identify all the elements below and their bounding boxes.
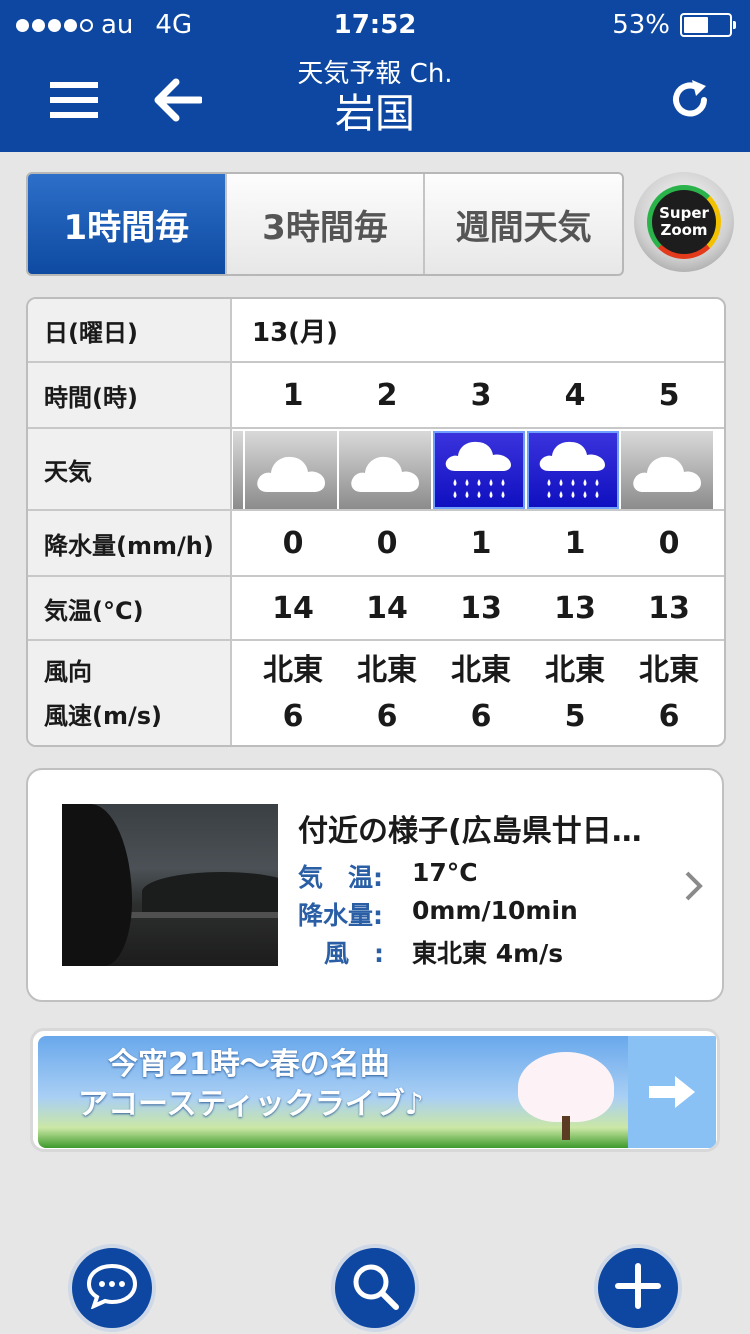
tab-hourly[interactable]: 1時間毎 [28,174,227,274]
row-label-day: 日(曜日) [28,299,232,361]
row-label-precip: 降水量(mm/h) [28,511,232,575]
status-right: 53% [612,10,736,40]
cloud-icon [339,431,431,509]
battery-percent: 53% [612,10,670,40]
wind-speed: 6 [470,699,492,734]
chat-button[interactable] [68,1244,156,1332]
temp-cell: 13 [554,590,596,626]
search-icon [350,1261,400,1315]
add-button[interactable] [594,1244,682,1332]
nearby-wind-value: 東北東 4m/s [412,939,564,968]
chat-icon [86,1263,138,1313]
table-row-precip: 降水量(mm/h) 0 0 1 1 0 [28,511,724,577]
location-title: 岩国 [335,91,415,137]
wind-speed: 6 [376,699,398,734]
tab-3hourly[interactable]: 3時間毎 [227,174,426,274]
wind-speed: 6 [658,699,680,734]
banner-text: 今宵21時〜春の名曲 アコースティックライブ♪ [78,1045,424,1125]
forecast-tabs: 1時間毎 3時間毎 週間天気 [26,172,624,276]
search-button[interactable] [331,1244,419,1332]
table-row-weather: 天気 [28,429,724,511]
superzoom-button[interactable]: Super Zoom [634,172,734,272]
nearby-temp-value: 17°C [412,858,478,887]
nearby-precip-row: 降水量: 0mm/10min [298,896,578,932]
row-label-hour: 時間(時) [28,363,232,427]
row-label-weather: 天気 [28,429,232,509]
cloud-icon [621,431,713,509]
temp-cell: 13 [460,590,502,626]
arrow-right-icon[interactable] [628,1036,716,1148]
wind-dir: 北東 [545,653,605,688]
precip-cell: 0 [376,525,398,561]
precip-cell: 0 [658,525,680,561]
hour-cell: 1 [282,377,304,413]
temp-cell: 14 [366,590,408,626]
chevron-right-icon [684,870,704,911]
wind-dir: 北東 [263,653,323,688]
wind-dir: 北東 [639,653,699,688]
nearby-title: 付近の様子(広島県廿日… [298,814,642,849]
wind-speed: 5 [564,699,586,734]
nearby-wind-row: 風 : 東北東 4m/s [298,934,563,970]
superzoom-label-2: Zoom [660,221,708,239]
hour-cell: 2 [376,377,398,413]
nearby-temp-label: 気 温: [298,863,383,892]
reload-icon[interactable] [660,70,720,130]
cloud-icon [233,431,243,509]
hour-cell: 3 [470,377,492,413]
wind-cell: 北東 6 [340,641,434,745]
tab-weekly[interactable]: 週間天気 [425,174,622,274]
wind-cell: 北東 5 [528,641,622,745]
precip-cell: 1 [564,525,586,561]
nearby-conditions-card[interactable]: 付近の様子(広島県廿日… 気 温: 17°C 降水量: 0mm/10min 風 … [26,768,724,1002]
wind-cell: 北東 6 [434,641,528,745]
cloud-icon [245,431,337,509]
day-value: 13(月) [252,317,338,348]
row-label-wind: 風向 風速(m/s) [28,641,232,745]
status-bar: au 4G 17:52 53% [0,0,750,50]
banner-line-1: 今宵21時〜春の名曲 [108,1047,390,1082]
table-row-day: 日(曜日) 13(月) [28,299,724,363]
app-subtitle: 天気予報 Ch. [297,59,453,89]
superzoom-icon: Super Zoom [647,185,721,259]
promo-banner[interactable]: 今宵21時〜春の名曲 アコースティックライブ♪ [30,1028,720,1152]
cherry-tree-illustration [518,1052,614,1122]
row-label-wind-dir: 風向 [44,658,92,686]
nearby-precip-label: 降水量: [298,901,383,930]
row-label-wind-speed: 風速(m/s) [44,702,162,730]
banner-line-2: アコースティックライブ♪ [78,1087,424,1122]
precip-cell: 0 [282,525,304,561]
hour-cell: 4 [564,377,586,413]
table-row-hour: 時間(時) 1 2 3 4 5 [28,363,724,429]
wind-cell: 北東 6 [622,641,716,745]
wind-dir: 北東 [451,653,511,688]
nearby-temp-row: 気 温: 17°C [298,858,478,894]
superzoom-label-1: Super [659,204,709,222]
table-row-wind: 風向 風速(m/s) 北東 6 北東 6 北東 6 北東 5 北東 6 [28,641,724,745]
battery-icon [680,13,736,37]
page-title: 天気予報 Ch. 岩国 [0,58,750,138]
live-camera-photo [62,804,278,966]
precip-cell: 1 [470,525,492,561]
top-bar: au 4G 17:52 53% 天気予報 Ch. 岩国 [0,0,750,152]
add-icon [614,1262,662,1314]
wind-dir: 北東 [357,653,417,688]
forecast-table[interactable]: 日(曜日) 13(月) 時間(時) 1 2 3 4 5 天気 降水量(mm/h)… [26,297,726,747]
nearby-precip-value: 0mm/10min [412,896,578,925]
wind-speed: 6 [282,699,304,734]
rain-icon [527,431,619,509]
temp-cell: 14 [272,590,314,626]
table-row-temp: 気温(°C) 14 14 13 13 13 [28,577,724,641]
hour-cell: 5 [658,377,680,413]
temp-cell: 13 [648,590,690,626]
wind-cell: 北東 6 [246,641,340,745]
rain-icon [433,431,525,509]
row-label-temp: 気温(°C) [28,577,232,639]
nearby-wind-label: 風 : [324,939,384,968]
